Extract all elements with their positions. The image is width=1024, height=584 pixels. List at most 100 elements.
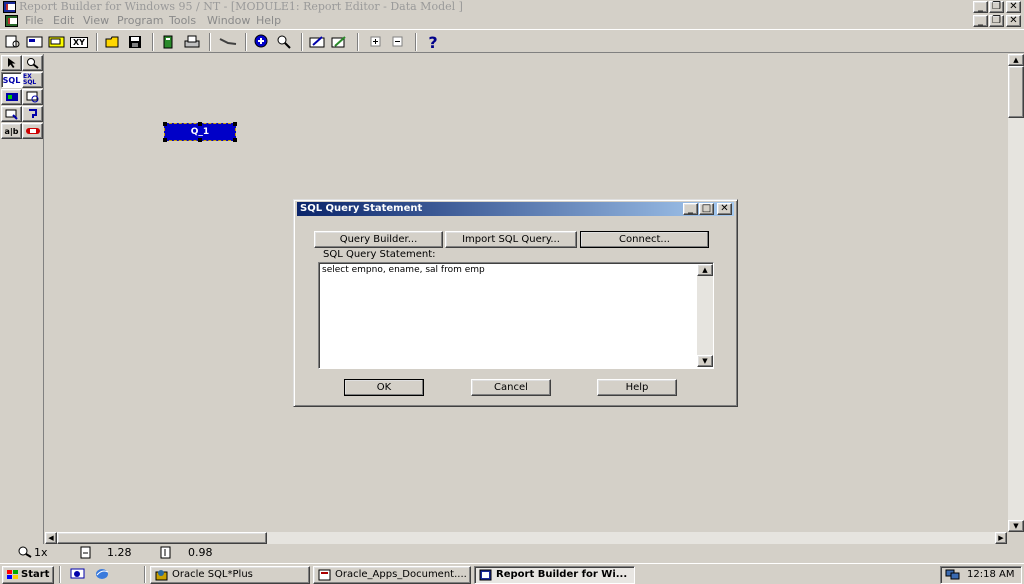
import-sql-query-button[interactable]: Import SQL Query... xyxy=(445,231,577,248)
document-icon xyxy=(5,15,18,27)
query-object[interactable]: Q_1 xyxy=(163,122,237,142)
link-tool-icon[interactable] xyxy=(22,123,43,139)
selection-handle[interactable] xyxy=(198,122,202,126)
summary-tool-icon[interactable] xyxy=(1,106,22,122)
ok-button[interactable]: OK xyxy=(344,379,424,396)
select-tool-icon[interactable] xyxy=(1,55,22,71)
taskbar-item-report-builder[interactable]: Report Builder for Wi... xyxy=(474,566,635,584)
cancel-button[interactable]: Cancel xyxy=(471,379,551,396)
toolbar-separator xyxy=(96,33,98,51)
minimize-button[interactable]: _ xyxy=(973,1,988,13)
taskbar-item-sqlplus[interactable]: Oracle SQL*Plus xyxy=(150,566,310,584)
collapse-icon[interactable] xyxy=(388,33,408,51)
toolbar: XY ? xyxy=(0,29,1024,53)
status-bar: 1x 1.28 0.98 xyxy=(0,544,1024,562)
window-title: Report Builder for Windows 95 / NT - [MO… xyxy=(19,0,463,13)
zoom-out-icon[interactable] xyxy=(274,33,294,51)
text-tool[interactable]: a|b xyxy=(1,123,22,139)
vertical-scrollbar[interactable]: ▲ ▼ xyxy=(1008,54,1024,532)
link-icon[interactable] xyxy=(216,33,240,51)
dialog-close-button[interactable]: ✕ xyxy=(717,203,732,215)
taskbar-separator xyxy=(59,566,61,583)
taskbar-item-document[interactable]: Oracle_Apps_Document.... xyxy=(313,566,471,584)
sql-query-tool[interactable]: SQL xyxy=(1,72,22,88)
zoom-status-icon xyxy=(18,546,32,560)
tool-palette: SQL EX SQL a|b xyxy=(0,54,44,544)
selection-handle[interactable] xyxy=(233,138,237,142)
new-report-icon[interactable] xyxy=(3,33,23,51)
network-tray-icon[interactable] xyxy=(945,569,961,581)
scroll-up-icon[interactable]: ▲ xyxy=(1008,54,1024,66)
connect-button[interactable]: Connect... xyxy=(580,231,709,248)
toolbar-separator xyxy=(209,33,211,51)
query-builder-button[interactable]: Query Builder... xyxy=(314,231,443,248)
dialog-title-bar: SQL Query Statement _ □ ✕ xyxy=(297,202,734,216)
scroll-down-icon[interactable]: ▼ xyxy=(1008,520,1024,532)
menu-window[interactable]: Window xyxy=(207,14,250,28)
selection-handle[interactable] xyxy=(198,138,202,142)
menu-program[interactable]: Program xyxy=(117,14,163,28)
doc-close-button[interactable]: ✕ xyxy=(1006,15,1021,27)
open-icon[interactable] xyxy=(103,33,123,51)
new-data-model-icon[interactable] xyxy=(25,33,45,51)
report-builder-icon xyxy=(479,569,492,581)
sqlplus-icon xyxy=(155,570,168,581)
taskbar: Start Oracle SQL*Plus Oracle_Apps_Docume… xyxy=(0,563,1024,584)
document-task-icon xyxy=(318,569,331,581)
placeholder-tool-icon[interactable] xyxy=(22,106,43,122)
save-icon[interactable] xyxy=(125,33,145,51)
dialog-maximize-button[interactable]: □ xyxy=(699,203,714,215)
close-button[interactable]: ✕ xyxy=(1006,1,1021,13)
toolbar-separator xyxy=(245,33,247,51)
expand-icon[interactable] xyxy=(366,33,386,51)
y-position-icon xyxy=(160,546,172,562)
x-position: 1.28 xyxy=(107,546,132,559)
taskbar-separator xyxy=(144,566,146,583)
sql-scroll-down-icon[interactable]: ▼ xyxy=(697,355,713,367)
sql-scroll-up-icon[interactable]: ▲ xyxy=(697,264,713,276)
menu-edit[interactable]: Edit xyxy=(53,14,74,28)
horizontal-scroll-thumb[interactable] xyxy=(57,532,267,544)
vertical-scroll-thumb[interactable] xyxy=(1008,66,1024,118)
restore-button[interactable]: ❐ xyxy=(989,1,1004,13)
print-icon[interactable] xyxy=(182,33,202,51)
run-icon[interactable] xyxy=(159,33,179,51)
selection-handle[interactable] xyxy=(233,122,237,126)
horizontal-scrollbar[interactable]: ◀ ▶ xyxy=(45,532,1007,544)
menu-help[interactable]: Help xyxy=(256,14,281,28)
app-icon xyxy=(3,1,16,13)
desktop-icon[interactable] xyxy=(70,567,86,584)
internet-explorer-icon[interactable] xyxy=(94,567,110,584)
selection-handle[interactable] xyxy=(163,122,167,126)
x-position-icon xyxy=(80,546,92,562)
menu-tools[interactable]: Tools xyxy=(169,14,196,28)
sql-statement-textarea[interactable]: select empno, ename, sal from emp xyxy=(318,262,714,369)
help-button[interactable]: Help xyxy=(597,379,677,396)
menu-file[interactable]: File xyxy=(25,14,43,28)
magnify-tool-icon[interactable] xyxy=(22,55,43,71)
windows-logo-icon xyxy=(7,570,18,579)
menu-bar: File Edit View Program Tools Window Help… xyxy=(0,14,1024,29)
start-button[interactable]: Start xyxy=(2,566,54,584)
help-icon[interactable]: ? xyxy=(423,33,443,52)
formula-tool-icon[interactable] xyxy=(22,89,43,105)
scroll-left-icon[interactable]: ◀ xyxy=(45,532,57,544)
selection-handle[interactable] xyxy=(163,138,167,142)
new-layout-icon[interactable] xyxy=(47,33,67,51)
title-bar: Report Builder for Windows 95 / NT - [MO… xyxy=(0,0,1024,14)
dialog-title: SQL Query Statement xyxy=(300,203,423,214)
menu-view[interactable]: View xyxy=(83,14,109,28)
toolbar-separator xyxy=(357,33,359,51)
group-tool-icon[interactable] xyxy=(1,89,22,105)
scroll-right-icon[interactable]: ▶ xyxy=(995,532,1007,544)
zoom-in-icon[interactable] xyxy=(252,33,272,51)
xy-icon[interactable]: XY xyxy=(68,33,90,51)
doc-restore-button[interactable]: ❐ xyxy=(989,15,1004,27)
edit-icon[interactable] xyxy=(308,33,328,51)
dialog-minimize-button[interactable]: _ xyxy=(683,203,698,215)
clock: 12:18 AM xyxy=(967,569,1015,580)
ext-query-tool[interactable]: EX SQL xyxy=(22,72,43,88)
pencil-icon[interactable] xyxy=(330,33,350,51)
sql-textarea-scrollbar[interactable]: ▲ ▼ xyxy=(697,264,713,367)
doc-minimize-button[interactable]: _ xyxy=(973,15,988,27)
